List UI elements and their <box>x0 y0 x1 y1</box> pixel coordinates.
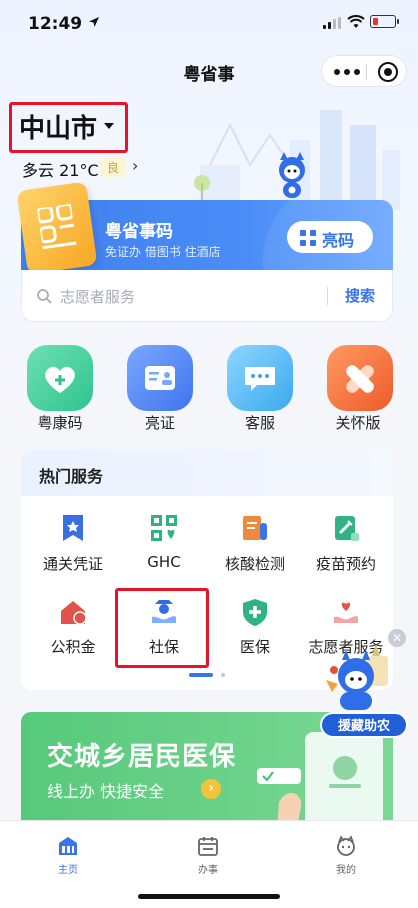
home-indicator <box>138 894 280 899</box>
search-button[interactable]: 搜索 <box>345 285 375 306</box>
medical-insurance-icon[interactable] <box>240 597 270 627</box>
status-bar: 12:49 <box>0 0 418 48</box>
chat-bubble-icon <box>245 367 275 391</box>
location-arrow-icon <box>89 17 99 27</box>
close-mini-program-icon[interactable] <box>378 62 398 82</box>
code-card-subtitle: 免证办 借图书 住酒店 <box>105 245 221 259</box>
heart-icon <box>45 366 75 393</box>
phone-illustration <box>257 732 383 820</box>
banner-subtitle: 线上办 快捷安全 <box>47 782 165 801</box>
air-quality-badge: 良 <box>100 158 127 177</box>
vaccine-icon[interactable] <box>331 513 361 543</box>
search-icon <box>37 289 52 304</box>
tab-label: 主页 <box>58 865 78 876</box>
search-divider <box>327 287 328 305</box>
show-code-label: 亮码 <box>322 231 355 250</box>
quick-action-show-id[interactable] <box>127 345 193 411</box>
hot-services-title: 热门服务 <box>39 467 104 486</box>
battery-icon <box>370 15 399 28</box>
tab-label: 我的 <box>336 865 356 876</box>
service-label[interactable]: 通关凭证 <box>23 553 123 574</box>
quick-action-label: 关怀版 <box>335 414 381 432</box>
volunteer-icon[interactable] <box>331 597 361 627</box>
arrow-right-icon: › <box>201 779 221 799</box>
capsule-divider <box>366 64 367 80</box>
weather-text[interactable]: 多云 21°C <box>22 157 99 181</box>
social-security-icon[interactable] <box>149 597 179 627</box>
home-icon <box>59 837 77 855</box>
show-code-button[interactable]: 亮码 <box>287 221 373 253</box>
service-label[interactable]: 疫苗预约 <box>296 553 396 574</box>
service-label[interactable]: 社保 <box>114 636 214 657</box>
cellular-signal-icon <box>323 17 341 29</box>
mascot-illustration <box>278 152 306 204</box>
service-label[interactable]: GHC <box>114 553 214 571</box>
quick-action-label: 客服 <box>244 414 275 432</box>
quick-action-health-code[interactable] <box>27 345 93 411</box>
housing-fund-icon[interactable] <box>58 597 88 627</box>
wifi-icon <box>347 15 365 28</box>
quick-action-care-mode[interactable] <box>327 345 393 411</box>
service-label[interactable]: 公积金 <box>23 636 123 657</box>
search-bar[interactable]: 志愿者服务 搜索 <box>21 270 393 322</box>
service-label[interactable]: 医保 <box>205 636 305 657</box>
quick-action-label: 粤康码 <box>37 414 83 432</box>
more-options-icon[interactable] <box>334 69 360 75</box>
calendar-icon <box>198 837 218 856</box>
promo-badge-label[interactable]: 援藏助农 <box>320 712 408 738</box>
bandage-icon <box>346 365 374 393</box>
status-time: 12:49 <box>28 14 83 34</box>
pass-certificate-icon[interactable] <box>58 513 88 543</box>
service-label[interactable]: 核酸检测 <box>205 553 305 574</box>
mini-program-capsule <box>321 55 407 87</box>
search-input[interactable]: 志愿者服务 <box>60 286 135 307</box>
caret-down-icon[interactable] <box>104 123 114 129</box>
qr-code-icon <box>300 230 316 246</box>
id-card-icon <box>145 366 175 390</box>
quick-action-customer-service[interactable] <box>227 345 293 411</box>
code-card-title: 粤省事码 <box>105 222 173 242</box>
banner-title: 交城乡居民医保 <box>47 742 237 772</box>
chevron-right-icon[interactable]: › <box>132 156 138 175</box>
qr-code-card-icon <box>16 181 98 275</box>
nucleic-test-icon[interactable] <box>240 513 270 543</box>
ghc-icon[interactable] <box>149 513 179 543</box>
profile-icon <box>337 835 355 856</box>
quick-action-label: 亮证 <box>144 414 175 432</box>
city-selector[interactable]: 中山市 <box>19 108 97 145</box>
tab-label: 办事 <box>198 865 218 876</box>
